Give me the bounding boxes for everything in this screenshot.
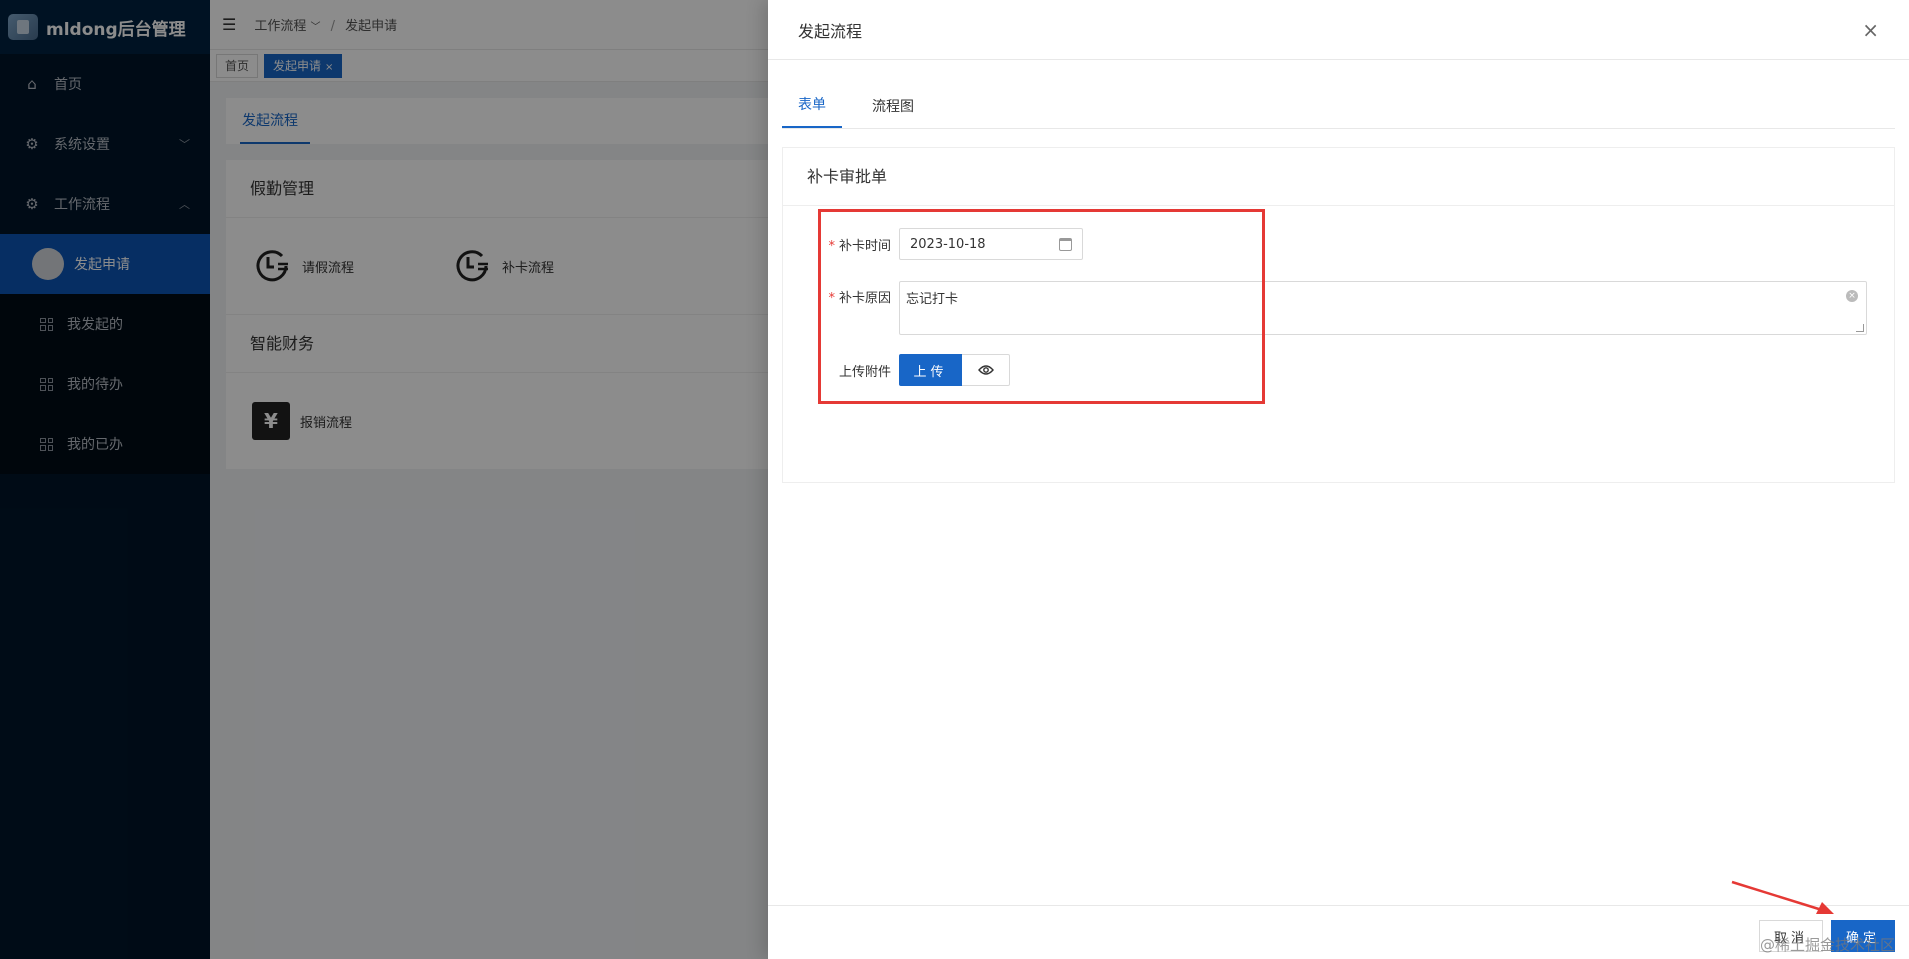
drawer-tabs: 表单 流程图 [782, 84, 1895, 129]
watermark: @稀土掘金技术社区 [1759, 936, 1895, 954]
drawer-title: 发起流程 [798, 21, 863, 41]
highlight-box [818, 209, 1265, 404]
annotation-arrow-icon [1731, 880, 1834, 914]
tab-form[interactable]: 表单 [782, 94, 842, 128]
clear-icon[interactable]: × [1846, 290, 1858, 302]
tab-flowchart[interactable]: 流程图 [856, 96, 930, 128]
drawer-header: 发起流程 × [768, 0, 1909, 60]
resize-handle[interactable] [1856, 324, 1864, 332]
start-process-drawer: 发起流程 × 表单 流程图 补卡审批单 * 补卡时间 2023-10-18 * 补卡… [768, 0, 1909, 959]
form-title: 补卡审批单 [783, 148, 1894, 206]
close-icon[interactable]: × [1862, 18, 1879, 42]
